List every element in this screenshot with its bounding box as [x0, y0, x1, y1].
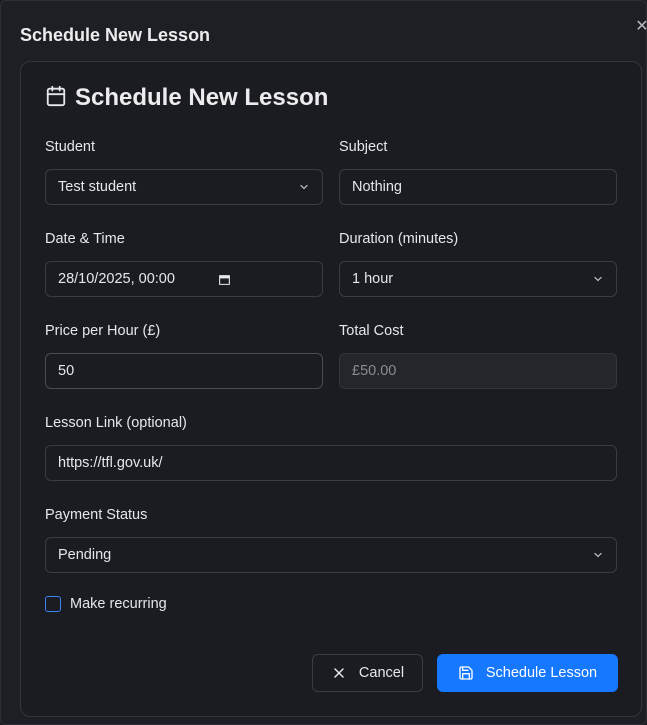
chevron-down-icon — [594, 552, 602, 558]
student-select[interactable]: Test student — [45, 169, 323, 205]
total-cost-label: Total Cost — [339, 323, 404, 339]
recurring-option[interactable]: Make recurring — [45, 596, 167, 612]
close-icon — [334, 668, 344, 678]
duration-label: Duration (minutes) — [339, 231, 459, 247]
subject-input[interactable]: Nothing — [339, 169, 617, 205]
subject-value: Nothing — [352, 179, 402, 195]
student-label: Student — [45, 139, 95, 155]
schedule-lesson-label: Schedule Lesson — [485, 665, 598, 681]
lesson-link-label: Lesson Link (optional) — [45, 415, 187, 431]
lesson-link-input[interactable]: https://tfl.gov.uk/ — [45, 445, 617, 481]
duration-field: Duration (minutes) 1 hour — [339, 230, 617, 297]
lesson-link-value: https://tfl.gov.uk/ — [58, 455, 163, 471]
card-header: Schedule New Lesson — [45, 84, 328, 112]
chevron-down-icon — [594, 276, 602, 282]
datetime-field: Date & Time 28/10/2025, 00:00 — [45, 230, 323, 297]
subject-label: Subject — [339, 139, 388, 155]
price-label: Price per Hour (£) — [45, 323, 161, 339]
schedule-lesson-button[interactable]: Schedule Lesson — [437, 654, 618, 692]
total-cost-input: £50.00 — [339, 353, 617, 389]
duration-value: 1 hour — [352, 271, 394, 287]
duration-select[interactable]: 1 hour — [339, 261, 617, 297]
cancel-label: Cancel — [358, 665, 405, 681]
save-icon — [459, 666, 473, 680]
calendar-picker-icon[interactable] — [218, 273, 231, 286]
payment-status-label: Payment Status — [45, 507, 148, 523]
calendar-icon — [45, 85, 67, 112]
payment-status-field: Payment Status Pending — [45, 506, 617, 573]
recurring-checkbox[interactable] — [45, 596, 61, 612]
lesson-link-field: Lesson Link (optional) https://tfl.gov.u… — [45, 414, 617, 481]
datetime-input[interactable]: 28/10/2025, 00:00 — [45, 261, 323, 297]
recurring-label: Make recurring — [70, 596, 167, 612]
subject-field: Subject Nothing — [339, 138, 617, 205]
student-value: Test student — [58, 179, 137, 195]
payment-status-value: Pending — [58, 547, 112, 563]
close-icon[interactable]: ✕ — [633, 18, 647, 36]
datetime-label: Date & Time — [45, 231, 125, 247]
price-value: 50 — [58, 363, 75, 379]
payment-status-select[interactable]: Pending — [45, 537, 617, 573]
price-field: Price per Hour (£) 50 — [45, 322, 323, 389]
chevron-down-icon — [300, 184, 308, 190]
card-title: Schedule New Lesson — [75, 84, 329, 111]
lesson-form-card: Schedule New Lesson Student Test student… — [20, 61, 642, 717]
schedule-lesson-dialog: Schedule New Lesson ✕ Schedule New Lesso… — [0, 0, 647, 725]
dialog-title: Schedule New Lesson — [20, 25, 211, 45]
total-cost-value: £50.00 — [352, 363, 397, 379]
total-cost-field: Total Cost £50.00 — [339, 322, 617, 389]
student-field: Student Test student — [45, 138, 323, 205]
price-input[interactable]: 50 — [45, 353, 323, 389]
cancel-button[interactable]: Cancel — [312, 654, 423, 692]
datetime-value: 28/10/2025, 00:00 — [58, 271, 175, 287]
